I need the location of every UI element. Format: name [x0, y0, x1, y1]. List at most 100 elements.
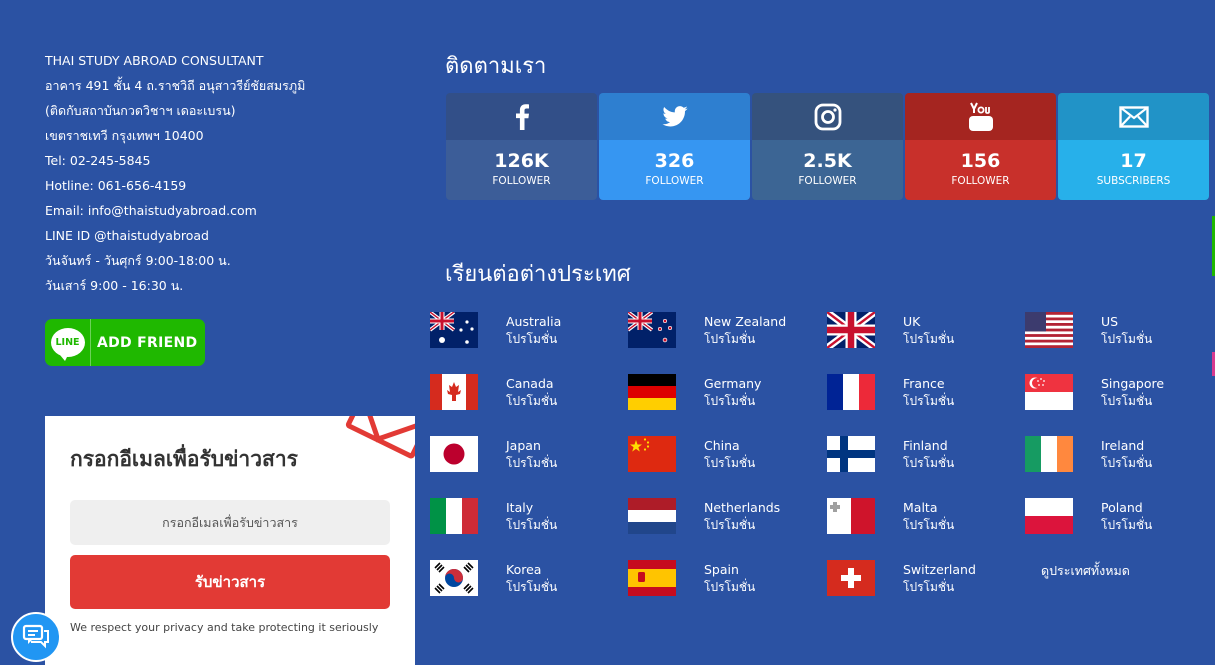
country-promo: โปรโมชั่น [506, 580, 558, 594]
contact-info: THAI STUDY ABROAD CONSULTANT อาคาร 491 ช… [45, 48, 375, 298]
country-switzerland[interactable]: Switzerland โปรโมชั่น [827, 560, 1017, 600]
country-name: Spain [704, 562, 739, 577]
country-france[interactable]: France โปรโมชั่น [827, 374, 1017, 414]
saturday-hours: วันเสาร์ 9:00 - 16:30 น. [45, 278, 184, 293]
country-uk[interactable]: UK โปรโมชั่น [827, 312, 1017, 352]
twitter-label: FOLLOWER [645, 175, 704, 187]
telephone: Tel: 02-245-5845 [45, 153, 151, 168]
country-name: Finland [903, 438, 948, 453]
malta-flag-icon [827, 498, 875, 534]
country-name: Singapore [1101, 376, 1165, 391]
address-line-3: เขตราชเทวี กรุงเทพฯ 10400 [45, 128, 204, 143]
country-china[interactable]: China โปรโมชั่น [628, 436, 818, 476]
spain-flag-icon [628, 560, 676, 596]
line-add-friend-button[interactable]: LINE ADD FRIEND [45, 319, 205, 366]
line-logo-icon: LINE [45, 319, 91, 366]
finland-flag-icon [827, 436, 875, 472]
china-flag-icon [628, 436, 676, 472]
newsletter-title: กรอกอีเมลเพื่อรับข่าวสาร [70, 447, 298, 471]
country-name: China [704, 438, 740, 453]
instagram-tile[interactable]: 2.5K FOLLOWER [752, 93, 903, 200]
country-name: UK [903, 314, 921, 329]
country-name: Japan [506, 438, 541, 453]
country-promo: โปรโมชั่น [506, 456, 558, 470]
facebook-icon [515, 103, 529, 130]
hotline: Hotline: 061-656-4159 [45, 178, 187, 193]
country-promo: โปรโมชั่น [506, 518, 558, 532]
switzerland-flag-icon [827, 560, 875, 596]
chat-button[interactable] [11, 612, 61, 662]
newsletter-email-input[interactable] [70, 500, 390, 545]
country-promo: โปรโมชั่น [1101, 518, 1153, 532]
line-id: LINE ID @thaistudyabroad [45, 228, 209, 243]
us-flag-icon [1025, 312, 1073, 348]
subscribe-button[interactable]: รับข่าวสาร [70, 555, 390, 609]
instagram-icon [814, 103, 841, 130]
country-us[interactable]: US โปรโมชั่น [1025, 312, 1215, 352]
poland-flag-icon [1025, 498, 1073, 534]
study-abroad-title: เรียนต่อต่างประเทศ [445, 262, 631, 287]
social-tiles: 126K FOLLOWER 326 FOLLOWER 2.5K FOLLOWER [446, 93, 1209, 200]
country-promo: โปรโมชั่น [704, 580, 756, 594]
country-grid: Australia โปรโมชั่น New Zealand โปรโมชั่… [430, 312, 1215, 612]
country-promo: โปรโมชั่น [903, 456, 955, 470]
country-singapore[interactable]: Singapore โปรโมชั่น [1025, 374, 1215, 414]
country-name: Germany [704, 376, 762, 391]
country-promo: โปรโมชั่น [704, 456, 756, 470]
email-address: Email: info@thaistudyabroad.com [45, 203, 257, 218]
canada-flag-icon [430, 374, 478, 410]
country-name: Italy [506, 500, 534, 515]
add-friend-label: ADD FRIEND [97, 334, 198, 351]
email-tile[interactable]: 17 SUBSCRIBERS [1058, 93, 1209, 200]
germany-flag-icon [628, 374, 676, 410]
address-line-1: อาคาร 491 ชั้น 4 ถ.ราชวิถี อนุสาวรีย์ชัย… [45, 78, 306, 93]
envelope-decoration-icon [344, 416, 415, 460]
country-promo: โปรโมชั่น [704, 518, 756, 532]
country-name: Poland [1101, 500, 1143, 515]
country-poland[interactable]: Poland โปรโมชั่น [1025, 498, 1215, 538]
country-germany[interactable]: Germany โปรโมชั่น [628, 374, 818, 414]
country-promo: โปรโมชั่น [1101, 456, 1153, 470]
twitter-count: 326 [654, 150, 695, 172]
country-australia[interactable]: Australia โปรโมชั่น [430, 312, 620, 352]
country-canada[interactable]: Canada โปรโมชั่น [430, 374, 620, 414]
country-korea[interactable]: Korea โปรโมชั่น [430, 560, 620, 600]
country-name: Australia [506, 314, 562, 329]
france-flag-icon [827, 374, 875, 410]
country-promo: โปรโมชั่น [704, 332, 756, 346]
country-name: Switzerland [903, 562, 976, 577]
country-promo: โปรโมชั่น [704, 394, 756, 408]
korea-flag-icon [430, 560, 478, 596]
weekday-hours: วันจันทร์ - วันศุกร์ 9:00-18:00 น. [45, 253, 231, 268]
country-promo: โปรโมชั่น [903, 394, 955, 408]
country-name: Ireland [1101, 438, 1145, 453]
instagram-label: FOLLOWER [798, 175, 857, 187]
country-finland[interactable]: Finland โปรโมชั่น [827, 436, 1017, 476]
country-name: Netherlands [704, 500, 781, 515]
mail-icon [1118, 105, 1149, 128]
facebook-tile[interactable]: 126K FOLLOWER [446, 93, 597, 200]
ireland-flag-icon [1025, 436, 1073, 472]
youtube-label: FOLLOWER [951, 175, 1010, 187]
email-count: 17 [1120, 150, 1147, 172]
country-promo: โปรโมชั่น [506, 394, 558, 408]
facebook-count: 126K [494, 150, 549, 172]
country-name: New Zealand [704, 314, 787, 329]
country-ireland[interactable]: Ireland โปรโมชั่น [1025, 436, 1215, 476]
twitter-tile[interactable]: 326 FOLLOWER [599, 93, 750, 200]
country-italy[interactable]: Italy โปรโมชั่น [430, 498, 620, 538]
country-new-zealand[interactable]: New Zealand โปรโมชั่น [628, 312, 818, 352]
company-name: THAI STUDY ABROAD CONSULTANT [45, 53, 264, 68]
instagram-count: 2.5K [803, 150, 852, 172]
country-malta[interactable]: Malta โปรโมชั่น [827, 498, 1017, 538]
new-zealand-flag-icon [628, 312, 676, 348]
country-promo: โปรโมชั่น [903, 332, 955, 346]
singapore-flag-icon [1025, 374, 1073, 410]
youtube-tile[interactable]: 156 FOLLOWER [905, 93, 1056, 200]
country-promo: โปรโมชั่น [506, 332, 558, 346]
country-promo: โปรโมชั่น [1101, 332, 1153, 346]
country-japan[interactable]: Japan โปรโมชั่น [430, 436, 620, 476]
country-spain[interactable]: Spain โปรโมชั่น [628, 560, 818, 600]
view-all-countries-link[interactable]: ดูประเทศทั้งหมด [1041, 561, 1130, 581]
country-netherlands[interactable]: Netherlands โปรโมชั่น [628, 498, 818, 538]
